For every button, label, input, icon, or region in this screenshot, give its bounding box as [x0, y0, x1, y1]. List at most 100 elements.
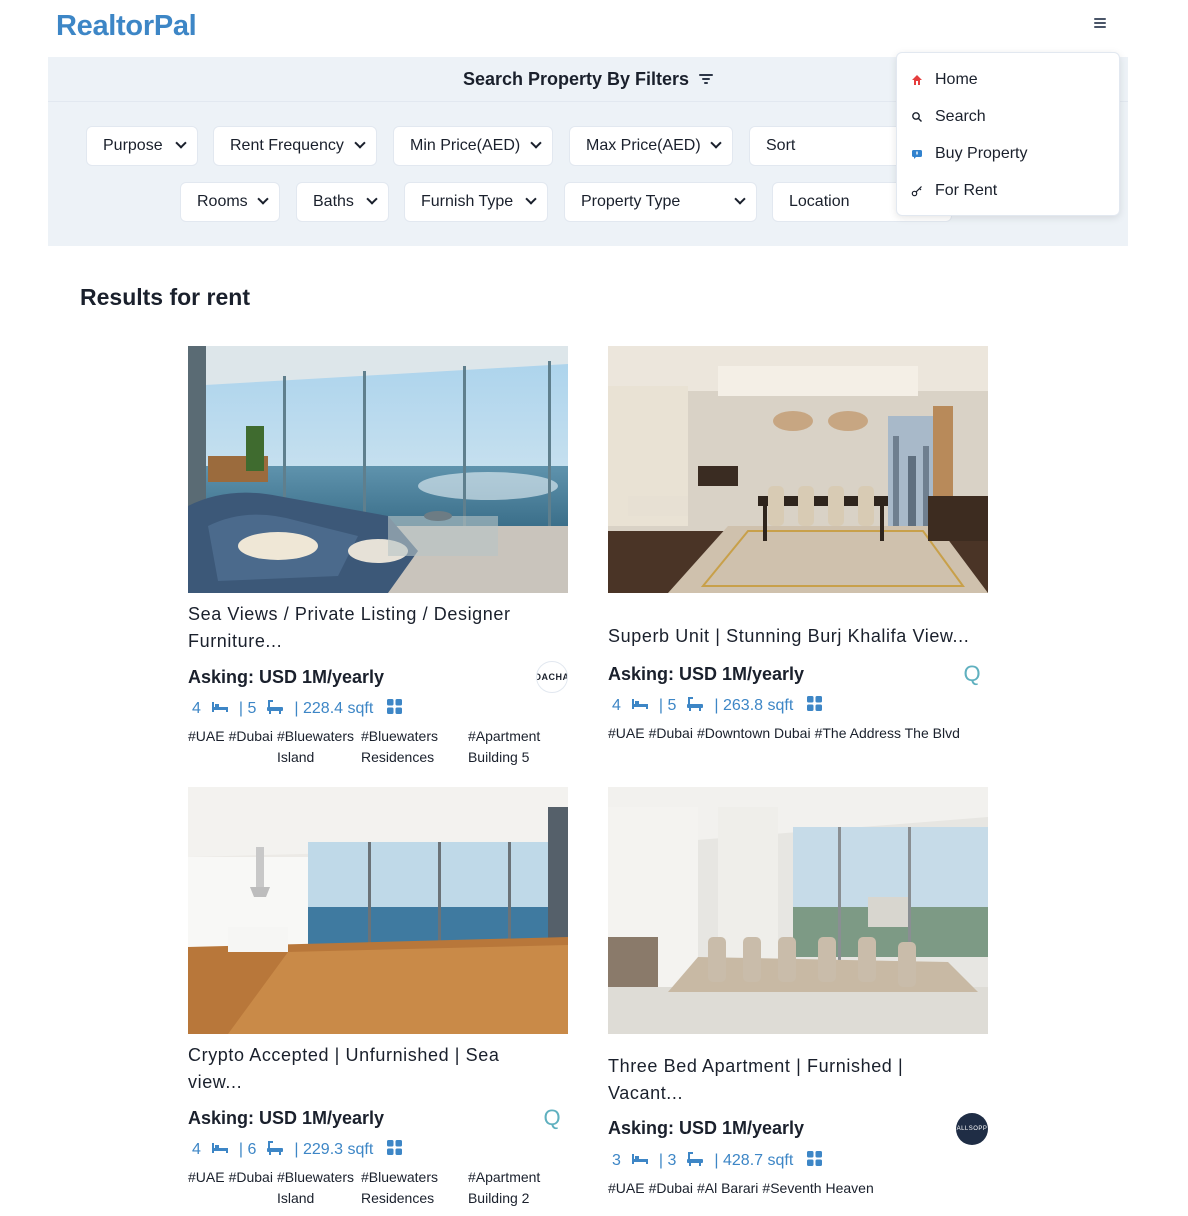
- area-value: | 228.4 sqft: [294, 700, 374, 717]
- bathtub-icon: [266, 1140, 284, 1161]
- tag: #UAE: [188, 1169, 225, 1185]
- property-card[interactable]: Crypto Accepted | Unfurnished | Sea view…: [188, 787, 568, 1216]
- baths-select[interactable]: Baths: [296, 182, 389, 222]
- property-title-line: Three Bed Apartment | Furnished |: [608, 1056, 904, 1076]
- max-price-select[interactable]: Max Price(AED): [569, 126, 733, 166]
- rooms-count: 4: [192, 700, 201, 717]
- agency-logo[interactable]: Q: [956, 658, 988, 690]
- baths-select-label: Baths: [313, 193, 354, 210]
- property-card[interactable]: Superb Unit | Stunning Burj Khalifa View…: [608, 346, 988, 776]
- property-image[interactable]: [608, 787, 988, 1034]
- property-title-line: Crypto Accepted | Unfurnished | Sea: [188, 1045, 500, 1065]
- grid-icon: [807, 1151, 823, 1171]
- property-image[interactable]: [188, 787, 568, 1034]
- tag: #Dubai: [648, 1180, 693, 1196]
- max-price-select-label: Max Price(AED): [586, 137, 701, 154]
- property-specs: 4 | 5 | 263.8 sqft: [608, 695, 823, 717]
- tag: #Dubai: [648, 725, 693, 741]
- menu-item-for-rent[interactable]: For Rent: [897, 172, 1119, 209]
- hamburger-menu-icon[interactable]: [1090, 16, 1110, 32]
- asking-price: Asking: USD 1M/yearly: [608, 664, 805, 684]
- area-value: | 229.3 sqft: [294, 1141, 374, 1158]
- furnish-type-select-label: Furnish Type: [421, 193, 514, 210]
- menu-item-home[interactable]: Home: [897, 61, 1119, 98]
- tag: #Apartment Building 5: [467, 728, 541, 765]
- property-title-line: view...: [188, 1072, 243, 1092]
- agency-logo-text: DACHA: [536, 672, 568, 682]
- rent-frequency-select[interactable]: Rent Frequency: [213, 126, 377, 166]
- purpose-select-label: Purpose: [103, 137, 163, 154]
- property-image[interactable]: [188, 346, 568, 593]
- agency-logo-text: Q: [963, 661, 981, 686]
- results-title: Results for rent: [80, 284, 250, 310]
- baths-count: | 6: [238, 1141, 257, 1158]
- menu-item-for-rent-label: For Rent: [935, 181, 998, 199]
- chevron-down-icon: [710, 137, 722, 149]
- purpose-select[interactable]: Purpose: [86, 126, 198, 166]
- search-icon: [911, 111, 923, 123]
- property-specs: 3 | 3 | 428.7 sqft: [608, 1150, 823, 1172]
- property-type-select-label: Property Type: [581, 193, 681, 210]
- menu-item-buy-property[interactable]: Buy Property: [897, 135, 1119, 172]
- property-card[interactable]: Three Bed Apartment | Furnished | Vacant…: [608, 787, 988, 1216]
- rooms-select[interactable]: Rooms: [180, 182, 280, 222]
- filter-title: Search Property By Filters: [462, 68, 690, 89]
- property-title-line: Vacant...: [608, 1083, 684, 1103]
- rooms-count: 4: [192, 1141, 201, 1158]
- property-specs: 4 | 6 | 229.3 sqft: [188, 1139, 403, 1161]
- rooms-count: 3: [612, 1152, 621, 1169]
- property-type-select[interactable]: Property Type: [564, 182, 757, 222]
- furnish-type-select[interactable]: Furnish Type: [404, 182, 548, 222]
- bathtub-icon: [686, 696, 704, 717]
- tag: #Bluewaters Residences: [360, 1169, 438, 1206]
- buy-icon: [911, 148, 923, 160]
- baths-count: | 3: [658, 1152, 677, 1169]
- chevron-down-icon: [257, 193, 269, 205]
- tag: #Downtown Dubai: [696, 725, 811, 741]
- tag: #Seventh Heaven: [762, 1180, 874, 1196]
- chevron-down-icon: [175, 137, 187, 149]
- grid-icon: [387, 699, 403, 719]
- property-title[interactable]: Sea Views / Private Listing / Designer F…: [188, 601, 568, 655]
- tag: #UAE: [608, 1180, 645, 1196]
- property-title-line: Furniture...: [188, 631, 283, 651]
- tag: #Al Barari: [696, 1180, 759, 1196]
- menu-item-search-label: Search: [935, 107, 986, 125]
- property-card[interactable]: Sea Views / Private Listing / Designer F…: [188, 346, 568, 776]
- agency-logo-text: ALLSOPP: [956, 1126, 988, 1132]
- property-title[interactable]: Superb Unit | Stunning Burj Khalifa View…: [608, 623, 988, 650]
- tag: #Bluewaters Island: [276, 728, 354, 765]
- agency-logo[interactable]: DACHA: [536, 661, 568, 693]
- property-title[interactable]: Three Bed Apartment | Furnished | Vacant…: [608, 1053, 988, 1107]
- asking-price: Asking: USD 1M/yearly: [188, 1108, 385, 1128]
- bed-icon: [211, 1141, 229, 1160]
- chevron-down-icon: [354, 137, 366, 149]
- bed-icon: [631, 697, 649, 716]
- tag: #Bluewaters Island: [276, 1169, 354, 1206]
- menu-item-buy-property-label: Buy Property: [935, 144, 1028, 162]
- tag: #Apartment Building 2: [467, 1169, 541, 1206]
- agency-logo[interactable]: ALLSOPP: [956, 1113, 988, 1145]
- chevron-down-icon: [530, 137, 542, 149]
- tag: #UAE: [188, 728, 225, 744]
- bed-icon: [631, 1152, 649, 1171]
- tags-row: #UAE #Dubai #Al Barari #Seventh Heaven: [608, 1178, 878, 1199]
- property-image[interactable]: [608, 346, 988, 593]
- asking-price: Asking: USD 1M/yearly: [608, 1118, 805, 1138]
- min-price-select[interactable]: Min Price(AED): [393, 126, 553, 166]
- asking-price: Asking: USD 1M/yearly: [188, 667, 385, 687]
- area-value: | 263.8 sqft: [714, 697, 794, 714]
- tag: #UAE: [608, 725, 645, 741]
- tag: #The Address The Blvd: [814, 725, 960, 741]
- top-navbar: RealtorPal: [0, 0, 1188, 56]
- tag: #Dubai: [228, 728, 273, 744]
- property-title[interactable]: Crypto Accepted | Unfurnished | Sea view…: [188, 1042, 568, 1096]
- tags-row: #UAE #Dubai #Downtown Dubai #The Address…: [608, 723, 964, 744]
- logo[interactable]: RealtorPal: [56, 10, 197, 43]
- baths-count: | 5: [238, 700, 257, 717]
- agency-logo[interactable]: Q: [536, 1102, 568, 1134]
- rent-frequency-select-label: Rent Frequency: [230, 137, 344, 154]
- bathtub-icon: [686, 1151, 704, 1172]
- menu-item-search[interactable]: Search: [897, 98, 1119, 135]
- home-icon: [911, 74, 923, 86]
